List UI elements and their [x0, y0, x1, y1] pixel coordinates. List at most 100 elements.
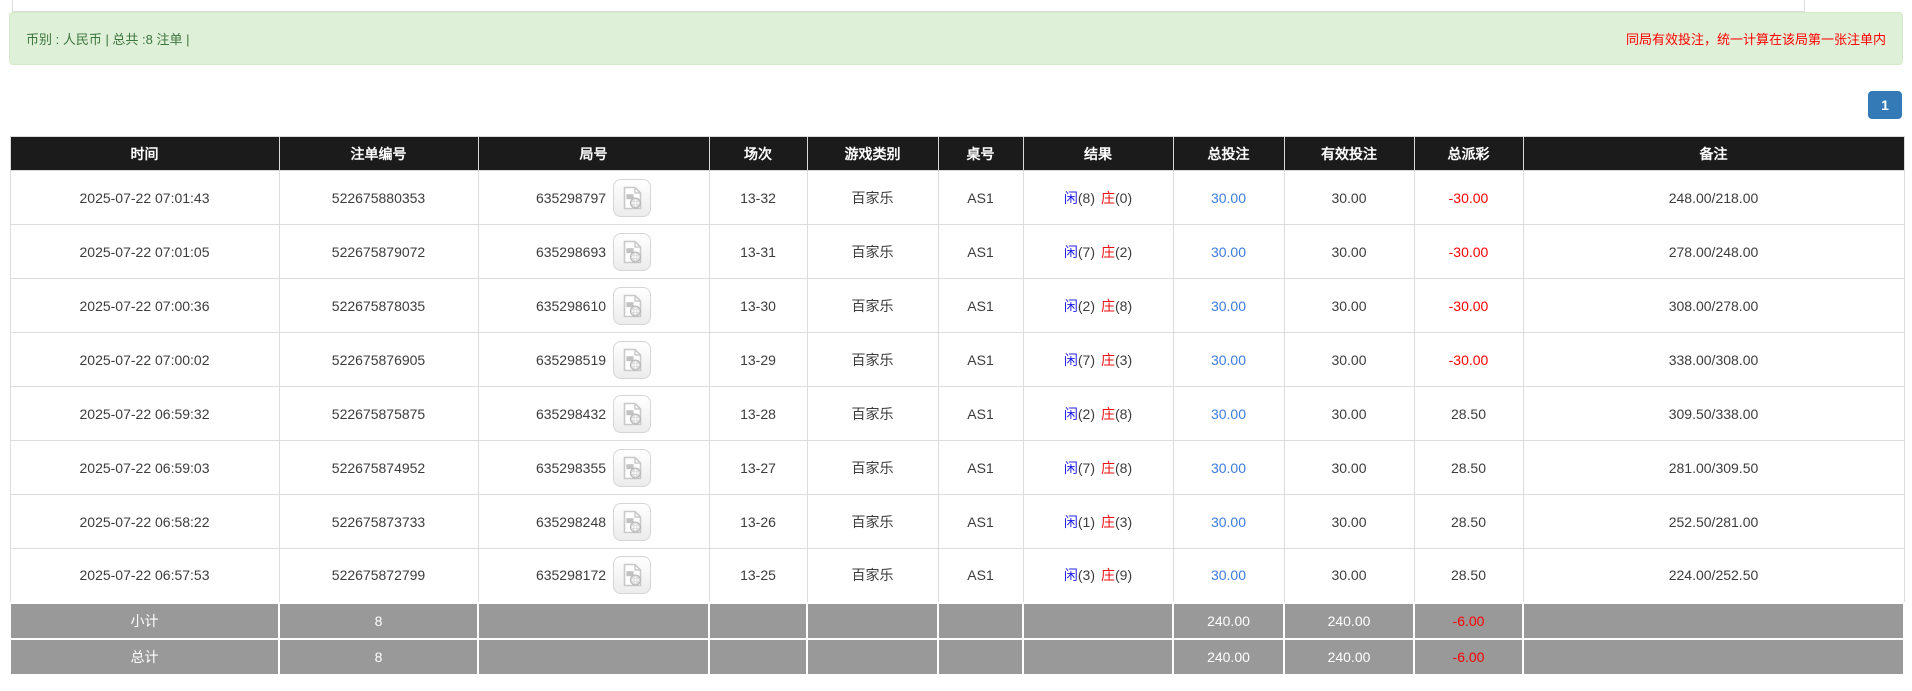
- video-replay-button[interactable]: [613, 448, 652, 487]
- table-body: 2025-07-22 07:01:43 522675880353 6352987…: [9, 170, 1905, 603]
- subtotal-row: 小计 8 240.00 240.00 -6.00: [9, 601, 1905, 640]
- cell-result: 闲(3) 庄(9): [1022, 548, 1174, 603]
- video-replay-icon: [622, 186, 643, 210]
- table-row: 2025-07-22 06:58:22 522675873733 6352982…: [9, 494, 1905, 549]
- video-replay-button[interactable]: [613, 178, 652, 217]
- cell-session: 13-29: [708, 332, 808, 387]
- cell-game-type: 百家乐: [806, 548, 939, 603]
- result-player-score: (7): [1077, 351, 1095, 368]
- round-id-text: 635298355: [535, 459, 607, 476]
- result-player-score: (8): [1077, 189, 1095, 206]
- col-header-game-type: 游戏类别: [806, 136, 939, 171]
- cell-session: 13-32: [708, 170, 808, 225]
- table-row: 2025-07-22 06:59:03 522675874952 6352983…: [9, 440, 1905, 495]
- cell-bet-id: 522675878035: [278, 278, 479, 333]
- result-banker-score: (8): [1115, 297, 1133, 314]
- video-replay-button[interactable]: [613, 556, 652, 595]
- cell-payout: -30.00: [1413, 278, 1524, 333]
- video-replay-button[interactable]: [613, 232, 652, 271]
- round-id-text: 635298610: [535, 297, 607, 314]
- cell-total-bet-link[interactable]: 30.00: [1172, 332, 1285, 387]
- cell-total-bet-link[interactable]: 30.00: [1172, 440, 1285, 495]
- cell-session: 13-30: [708, 278, 808, 333]
- cell-time: 2025-07-22 07:01:43: [9, 170, 280, 225]
- cell-table-no: AS1: [937, 494, 1024, 549]
- pagination-page-1-button[interactable]: 1: [1868, 91, 1902, 119]
- cell-remark: 248.00/218.00: [1522, 170, 1905, 225]
- round-id-text: 635298693: [535, 243, 607, 260]
- col-header-payout: 总派彩: [1413, 136, 1524, 171]
- result-player-label: 闲: [1063, 297, 1078, 314]
- header-row: 时间 注单编号 局号 场次 游戏类别 桌号 结果 总投注 有效投注 总派彩 备注: [9, 136, 1905, 171]
- cell-total-bet-link[interactable]: 30.00: [1172, 224, 1285, 279]
- pagination: 1: [0, 91, 1902, 119]
- total-empty-table: [937, 637, 1024, 676]
- total-payout: -6.00: [1413, 637, 1524, 676]
- result-player-label: 闲: [1063, 243, 1078, 260]
- cell-round-id: 635298172: [477, 548, 710, 603]
- cell-result: 闲(8) 庄(0): [1022, 170, 1174, 225]
- cell-total-bet-link[interactable]: 30.00: [1172, 548, 1285, 603]
- cell-total-bet-link[interactable]: 30.00: [1172, 386, 1285, 441]
- cell-time: 2025-07-22 07:01:05: [9, 224, 280, 279]
- cell-round-id: 635298432: [477, 386, 710, 441]
- cell-result: 闲(1) 庄(3): [1022, 494, 1174, 549]
- bet-records-table: 时间 注单编号 局号 场次 游戏类别 桌号 结果 总投注 有效投注 总派彩 备注…: [9, 136, 1905, 676]
- cell-total-bet-link[interactable]: 30.00: [1172, 494, 1285, 549]
- cell-game-type: 百家乐: [806, 386, 939, 441]
- cell-session: 13-26: [708, 494, 808, 549]
- result-banker-label: 庄: [1101, 243, 1115, 260]
- cell-result: 闲(2) 庄(8): [1022, 278, 1174, 333]
- cell-result: 闲(7) 庄(3): [1022, 332, 1174, 387]
- col-header-bet-id: 注单编号: [278, 136, 479, 171]
- cell-round-id: 635298693: [477, 224, 710, 279]
- result-player-label: 闲: [1063, 405, 1078, 422]
- cell-session: 13-28: [708, 386, 808, 441]
- cell-table-no: AS1: [937, 548, 1024, 603]
- table-row: 2025-07-22 07:01:43 522675880353 6352987…: [9, 170, 1905, 225]
- cell-bet-id: 522675872799: [278, 548, 479, 603]
- round-id-text: 635298797: [535, 189, 607, 206]
- video-replay-button[interactable]: [613, 286, 652, 325]
- video-replay-icon: [622, 456, 643, 480]
- video-replay-button[interactable]: [613, 340, 652, 379]
- result-banker-label: 庄: [1101, 405, 1115, 422]
- cell-session: 13-25: [708, 548, 808, 603]
- total-empty-round: [477, 637, 710, 676]
- subtotal-total-bet: 240.00: [1172, 601, 1285, 640]
- result-banker-label: 庄: [1101, 513, 1115, 530]
- col-header-session: 场次: [708, 136, 808, 171]
- result-banker-label: 庄: [1101, 351, 1115, 368]
- total-valid-bet: 240.00: [1283, 637, 1415, 676]
- result-banker-score: (2): [1115, 243, 1133, 260]
- result-player-score: (1): [1077, 513, 1095, 530]
- cell-table-no: AS1: [937, 440, 1024, 495]
- subtotal-label: 小计: [9, 601, 280, 640]
- cell-valid-bet: 30.00: [1283, 278, 1415, 333]
- subtotal-count: 8: [278, 601, 479, 640]
- video-replay-button[interactable]: [613, 502, 652, 541]
- cell-total-bet-link[interactable]: 30.00: [1172, 170, 1285, 225]
- cell-remark: 338.00/308.00: [1522, 332, 1905, 387]
- summary-banner: 币别 : 人民币 | 总共 :8 注单 | 同局有效投注，统一计算在该局第一张注…: [9, 12, 1903, 65]
- cell-remark: 278.00/248.00: [1522, 224, 1905, 279]
- cell-game-type: 百家乐: [806, 224, 939, 279]
- cell-round-id: 635298797: [477, 170, 710, 225]
- cell-time: 2025-07-22 06:58:22: [9, 494, 280, 549]
- cell-round-id: 635298355: [477, 440, 710, 495]
- video-replay-button[interactable]: [613, 394, 652, 433]
- subtotal-remark: [1522, 601, 1905, 640]
- subtotal-empty-result: [1022, 601, 1174, 640]
- cell-total-bet-link[interactable]: 30.00: [1172, 278, 1285, 333]
- cell-bet-id: 522675880353: [278, 170, 479, 225]
- total-remark: [1522, 637, 1905, 676]
- subtotal-empty-session: [708, 601, 808, 640]
- cell-valid-bet: 30.00: [1283, 548, 1415, 603]
- cell-time: 2025-07-22 06:59:03: [9, 440, 280, 495]
- cell-payout: -30.00: [1413, 332, 1524, 387]
- cell-valid-bet: 30.00: [1283, 224, 1415, 279]
- subtotal-empty-round: [477, 601, 710, 640]
- cell-valid-bet: 30.00: [1283, 332, 1415, 387]
- total-total-bet: 240.00: [1172, 637, 1285, 676]
- cell-session: 13-27: [708, 440, 808, 495]
